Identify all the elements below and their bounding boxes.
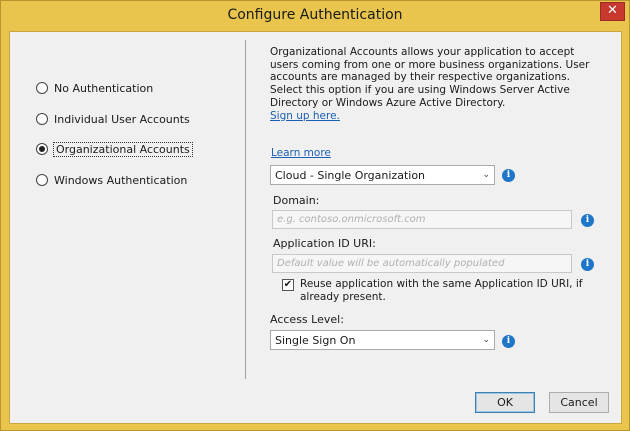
radio-label-organizational-accounts: Organizational Accounts — [53, 141, 193, 157]
application-id-uri-label: Application ID URI: — [273, 237, 376, 250]
radio-windows-authentication[interactable]: Windows Authentication — [36, 172, 187, 188]
radio-button[interactable] — [36, 174, 48, 186]
learn-more-link[interactable]: Learn more — [271, 147, 331, 159]
radio-organizational-accounts[interactable]: Organizational Accounts — [36, 141, 193, 157]
reuse-application-label: Reuse application with the same Applicat… — [300, 278, 583, 303]
radio-label-windows-authentication: Windows Authentication — [54, 173, 188, 187]
close-icon: ✕ — [607, 3, 618, 18]
radio-button[interactable] — [36, 113, 48, 125]
reuse-application-checkbox[interactable]: ✔ — [282, 279, 294, 291]
description-panel: Organizational Accounts allows your appl… — [270, 46, 605, 122]
title-bar: Configure Authentication ✕ — [1, 1, 629, 31]
access-level-dropdown[interactable]: Single Sign On ⌄ — [270, 330, 495, 350]
application-id-uri-input[interactable]: Default value will be automatically popu… — [272, 254, 572, 273]
ok-button[interactable]: OK — [475, 392, 535, 413]
info-icon[interactable]: i — [581, 258, 594, 271]
domain-input[interactable]: e.g. contoso.onmicrosoft.com — [272, 210, 572, 229]
description-text: Organizational Accounts allows your appl… — [270, 46, 590, 109]
access-level-label: Access Level: — [270, 313, 344, 326]
dialog-body: No Authentication Individual User Accoun… — [9, 31, 622, 424]
radio-no-authentication[interactable]: No Authentication — [36, 80, 153, 96]
vertical-divider — [245, 40, 246, 379]
organization-type-dropdown[interactable]: Cloud - Single Organization ⌄ — [270, 165, 495, 185]
chevron-down-icon: ⌄ — [482, 335, 490, 345]
chevron-down-icon: ⌄ — [482, 170, 490, 180]
domain-label: Domain: — [273, 194, 320, 207]
info-icon[interactable]: i — [581, 214, 594, 227]
reuse-application-option[interactable]: ✔ Reuse application with the same Applic… — [282, 278, 612, 303]
radio-label-no-authentication: No Authentication — [54, 81, 154, 95]
dialog-title: Configure Authentication — [227, 7, 403, 23]
access-level-value: Single Sign On — [275, 333, 356, 347]
sign-up-link[interactable]: Sign up here. — [270, 110, 605, 123]
cancel-button[interactable]: Cancel — [549, 392, 609, 413]
info-icon[interactable]: i — [502, 335, 515, 348]
configure-authentication-dialog: Configure Authentication ✕ No Authentica… — [0, 0, 630, 431]
radio-label-individual-user-accounts: Individual User Accounts — [54, 112, 190, 126]
radio-individual-user-accounts[interactable]: Individual User Accounts — [36, 111, 190, 127]
radio-button[interactable] — [36, 82, 48, 94]
close-button[interactable]: ✕ — [600, 2, 625, 21]
organization-type-value: Cloud - Single Organization — [275, 168, 426, 182]
radio-button-selected[interactable] — [36, 143, 48, 155]
info-icon[interactable]: i — [502, 169, 515, 182]
